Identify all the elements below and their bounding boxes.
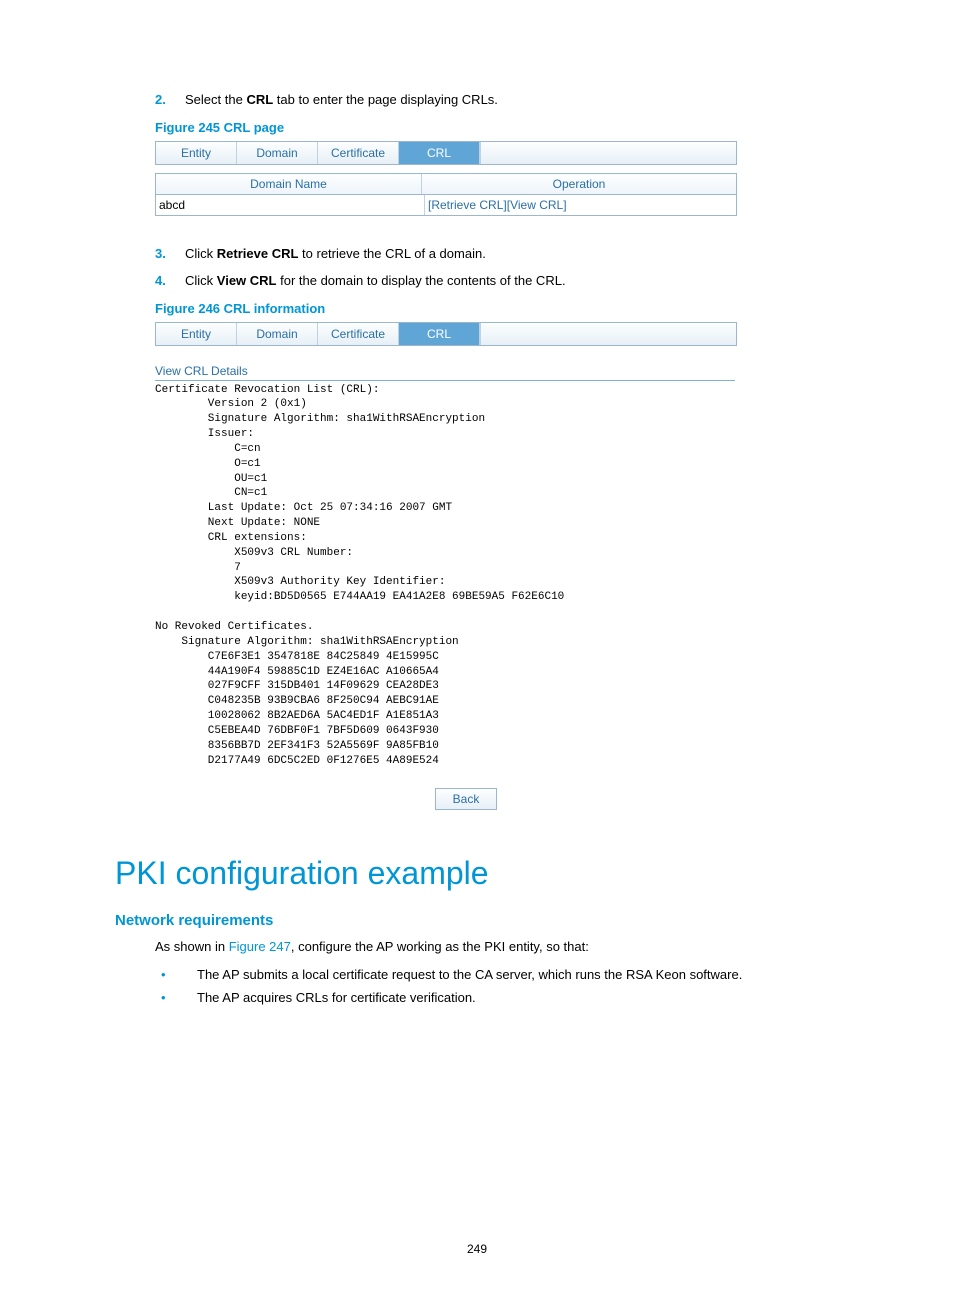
tab-certificate[interactable]: Certificate xyxy=(318,323,399,345)
step-number: 4. xyxy=(155,271,185,291)
fig245-tabs: Entity Domain Certificate CRL xyxy=(155,141,737,165)
figure-245-caption: Figure 245 CRL page xyxy=(155,120,854,135)
bullet-text: The AP acquires CRLs for certificate ver… xyxy=(197,988,476,1009)
list-item: • The AP acquires CRLs for certificate v… xyxy=(155,988,854,1009)
retrieve-crl-link[interactable]: [Retrieve CRL] xyxy=(428,198,507,212)
tab-certificate[interactable]: Certificate xyxy=(318,142,399,164)
step-3: 3. Click Retrieve CRL to retrieve the CR… xyxy=(155,244,854,264)
tab-crl[interactable]: CRL xyxy=(399,323,480,345)
pki-heading: PKI configuration example xyxy=(115,855,854,892)
tab-domain[interactable]: Domain xyxy=(237,142,318,164)
bullet-icon: • xyxy=(155,988,197,1009)
divider xyxy=(155,380,735,381)
step-number: 3. xyxy=(155,244,185,264)
page-number: 249 xyxy=(0,1242,954,1256)
bullet-text: The AP submits a local certificate reque… xyxy=(197,965,742,986)
fig246-tabs: Entity Domain Certificate CRL xyxy=(155,322,737,346)
fig245-table-header: Domain Name Operation xyxy=(155,173,737,195)
tab-spacer xyxy=(480,142,736,164)
step-text: Click Retrieve CRL to retrieve the CRL o… xyxy=(185,244,486,264)
back-button[interactable]: Back xyxy=(435,788,497,810)
step-4: 4. Click View CRL for the domain to disp… xyxy=(155,271,854,291)
step-number: 2. xyxy=(155,90,185,110)
cell-domain-name: abcd xyxy=(156,195,425,215)
crl-details-text: Certificate Revocation List (CRL): Versi… xyxy=(155,383,854,769)
list-item: • The AP submits a local certificate req… xyxy=(155,965,854,986)
tab-crl[interactable]: CRL xyxy=(399,142,480,164)
intro-text: As shown in Figure 247, configure the AP… xyxy=(155,937,854,957)
cell-operation: [Retrieve CRL][View CRL] xyxy=(425,195,736,215)
tab-entity[interactable]: Entity xyxy=(156,142,237,164)
tab-spacer xyxy=(480,323,736,345)
step-text: Select the CRL tab to enter the page dis… xyxy=(185,90,498,110)
col-domain-name: Domain Name xyxy=(156,174,422,194)
figure-246-caption: Figure 246 CRL information xyxy=(155,301,854,316)
table-row: abcd [Retrieve CRL][View CRL] xyxy=(155,195,737,216)
tab-domain[interactable]: Domain xyxy=(237,323,318,345)
bullet-icon: • xyxy=(155,965,197,986)
figure-247-link[interactable]: Figure 247 xyxy=(229,939,291,954)
col-operation: Operation xyxy=(422,174,736,194)
view-crl-link[interactable]: [View CRL] xyxy=(507,198,567,212)
tab-entity[interactable]: Entity xyxy=(156,323,237,345)
step-text: Click View CRL for the domain to display… xyxy=(185,271,566,291)
network-requirements-heading: Network requirements xyxy=(115,912,854,929)
step-2: 2. Select the CRL tab to enter the page … xyxy=(155,90,854,110)
view-crl-details-label: View CRL Details xyxy=(155,364,854,378)
